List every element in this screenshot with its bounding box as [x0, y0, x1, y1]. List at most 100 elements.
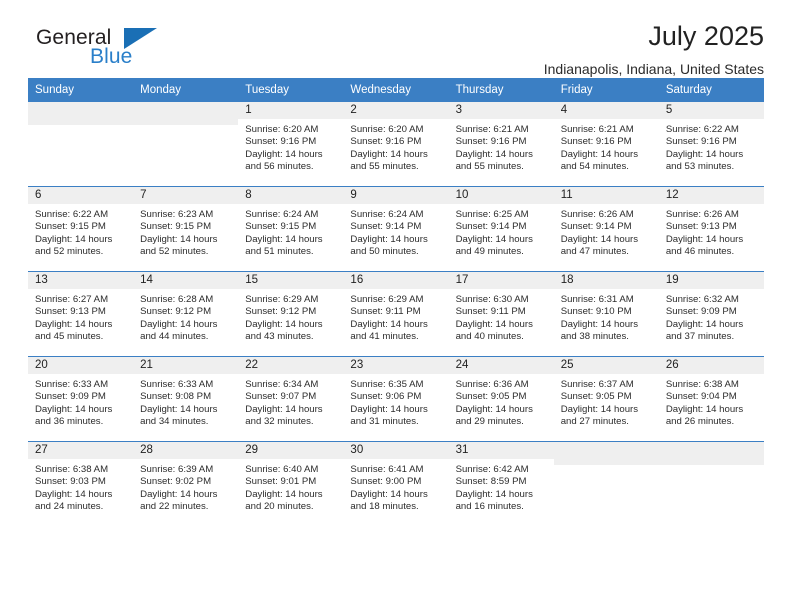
day-number: 2	[343, 102, 449, 119]
day-cell-body: 15 Sunrise: 6:29 AM Sunset: 9:12 PM Dayligh…	[238, 272, 344, 356]
day-number: 27	[28, 442, 134, 459]
calendar-day-cell[interactable]: 20 Sunrise: 6:33 AM Sunset: 9:09 PM Dayligh…	[28, 356, 134, 442]
daylight-line: Daylight: 14 hours and 27 minutes.	[560, 403, 639, 427]
day-details: Sunrise: 6:20 AM Sunset: 9:16 PM Daylight:…	[343, 119, 448, 173]
column-header-tuesday: Tuesday	[238, 78, 344, 102]
sunrise-line: Sunrise: 6:30 AM	[455, 294, 529, 305]
sunset-line: Sunset: 9:12 PM	[245, 306, 317, 318]
calendar-day-cell[interactable]: 11 Sunrise: 6:26 AM Sunset: 9:14 PM Dayligh…	[553, 186, 659, 272]
day-number: 22	[238, 357, 344, 374]
daylight-line: Daylight: 14 hours and 31 minutes.	[350, 403, 428, 427]
sunrise-line: Sunrise: 6:22 AM	[665, 124, 739, 135]
sunrise-line: Sunrise: 6:24 AM	[350, 209, 424, 220]
calendar-day-cell[interactable]: 30 Sunrise: 6:41 AM Sunset: 9:00 PM Dayligh…	[343, 441, 449, 526]
day-number: 6	[28, 187, 134, 204]
day-number-blank	[28, 102, 134, 125]
calendar-day-cell[interactable]: 13 Sunrise: 6:27 AM Sunset: 9:13 PM Dayligh…	[28, 271, 134, 357]
day-cell-body: 5 Sunrise: 6:22 AM Sunset: 9:16 PM Daylight…	[658, 102, 764, 186]
sunrise-line: Sunrise: 6:33 AM	[140, 379, 214, 390]
sunrise-line: Sunrise: 6:26 AM	[665, 209, 739, 220]
sunset-line: Sunset: 9:06 PM	[350, 391, 422, 403]
sunrise-line: Sunrise: 6:23 AM	[140, 209, 214, 220]
daylight-line: Daylight: 14 hours and 49 minutes.	[455, 233, 533, 257]
sunset-line: Sunset: 9:12 PM	[140, 306, 212, 318]
calendar-day-cell[interactable]: 19 Sunrise: 6:32 AM Sunset: 9:09 PM Dayligh…	[658, 271, 764, 357]
sunset-line: Sunset: 9:01 PM	[245, 476, 317, 488]
calendar-day-cell[interactable]: 16 Sunrise: 6:29 AM Sunset: 9:11 PM Dayligh…	[343, 271, 449, 357]
daylight-line: Daylight: 14 hours and 16 minutes.	[455, 488, 533, 512]
day-number: 14	[133, 272, 239, 289]
sunset-line: Sunset: 9:10 PM	[560, 306, 632, 318]
calendar-day-cell[interactable]: 17 Sunrise: 6:30 AM Sunset: 9:11 PM Dayligh…	[448, 271, 554, 357]
calendar-day-cell[interactable]: 3 Sunrise: 6:21 AM Sunset: 9:16 PM Daylight…	[448, 102, 554, 187]
calendar-day-cell[interactable]: 4 Sunrise: 6:21 AM Sunset: 9:16 PM Daylight…	[553, 102, 659, 187]
day-details: Sunrise: 6:24 AM Sunset: 9:15 PM Daylight:…	[238, 204, 343, 258]
calendar-day-cell[interactable]: 2 Sunrise: 6:20 AM Sunset: 9:16 PM Daylight…	[343, 102, 449, 187]
calendar-day-cell[interactable]: 23 Sunrise: 6:35 AM Sunset: 9:06 PM Dayligh…	[343, 356, 449, 442]
day-details: Sunrise: 6:24 AM Sunset: 9:14 PM Daylight:…	[343, 204, 448, 258]
day-number: 8	[238, 187, 344, 204]
day-number: 11	[553, 187, 659, 204]
sunset-line: Sunset: 9:08 PM	[140, 391, 212, 403]
calendar-day-cell[interactable]: 14 Sunrise: 6:28 AM Sunset: 9:12 PM Dayligh…	[133, 271, 239, 357]
calendar-day-cell[interactable]: 1 Sunrise: 6:20 AM Sunset: 9:16 PM Daylight…	[238, 102, 344, 187]
calendar-day-cell[interactable]: 7 Sunrise: 6:23 AM Sunset: 9:15 PM Daylight…	[133, 186, 239, 272]
calendar-day-cell[interactable]: 24 Sunrise: 6:36 AM Sunset: 9:05 PM Dayligh…	[448, 356, 554, 442]
sunrise-line: Sunrise: 6:39 AM	[140, 464, 214, 475]
day-details: Sunrise: 6:26 AM Sunset: 9:13 PM Daylight:…	[659, 204, 764, 258]
calendar-day-cell[interactable]: 22 Sunrise: 6:34 AM Sunset: 9:07 PM Dayligh…	[238, 356, 344, 442]
calendar-week-row: 6 Sunrise: 6:22 AM Sunset: 9:15 PM Daylight…	[28, 186, 764, 272]
daylight-line: Daylight: 14 hours and 43 minutes.	[245, 318, 323, 342]
calendar-day-cell[interactable]: 6 Sunrise: 6:22 AM Sunset: 9:15 PM Daylight…	[28, 186, 134, 272]
day-number: 3	[448, 102, 554, 119]
day-details: Sunrise: 6:42 AM Sunset: 8:59 PM Daylight:…	[449, 459, 554, 513]
sunset-line: Sunset: 9:09 PM	[665, 306, 737, 318]
day-cell-body: 23 Sunrise: 6:35 AM Sunset: 9:06 PM Dayligh…	[343, 357, 449, 441]
sunrise-line: Sunrise: 6:22 AM	[35, 209, 109, 220]
calendar-day-cell[interactable]: 25 Sunrise: 6:37 AM Sunset: 9:05 PM Dayligh…	[553, 356, 659, 442]
sunrise-line: Sunrise: 6:34 AM	[245, 379, 319, 390]
sunrise-line: Sunrise: 6:29 AM	[245, 294, 319, 305]
calendar-day-cell[interactable]: 9 Sunrise: 6:24 AM Sunset: 9:14 PM Daylight…	[343, 186, 449, 272]
day-cell-body	[658, 442, 764, 526]
sunrise-line: Sunrise: 6:36 AM	[455, 379, 529, 390]
daylight-line: Daylight: 14 hours and 34 minutes.	[140, 403, 218, 427]
calendar-day-cell[interactable]: 27 Sunrise: 6:38 AM Sunset: 9:03 PM Dayligh…	[28, 441, 134, 526]
sunrise-line: Sunrise: 6:35 AM	[350, 379, 424, 390]
calendar-day-cell[interactable]: 8 Sunrise: 6:24 AM Sunset: 9:15 PM Daylight…	[238, 186, 344, 272]
day-cell-body: 19 Sunrise: 6:32 AM Sunset: 9:09 PM Dayligh…	[658, 272, 764, 356]
calendar-day-cell[interactable]: 5 Sunrise: 6:22 AM Sunset: 9:16 PM Daylight…	[658, 102, 764, 187]
day-number: 28	[133, 442, 239, 459]
sunset-line: Sunset: 9:00 PM	[350, 476, 422, 488]
calendar-day-cell[interactable]: 31 Sunrise: 6:42 AM Sunset: 8:59 PM Dayligh…	[448, 441, 554, 526]
calendar-day-cell[interactable]: 15 Sunrise: 6:29 AM Sunset: 9:12 PM Dayligh…	[238, 271, 344, 357]
day-number: 19	[658, 272, 764, 289]
calendar-day-cell[interactable]: 12 Sunrise: 6:26 AM Sunset: 9:13 PM Dayligh…	[658, 186, 764, 272]
day-number: 20	[28, 357, 134, 374]
daylight-line: Daylight: 14 hours and 29 minutes.	[455, 403, 533, 427]
day-cell-body: 11 Sunrise: 6:26 AM Sunset: 9:14 PM Dayligh…	[553, 187, 659, 271]
calendar-day-cell[interactable]: 28 Sunrise: 6:39 AM Sunset: 9:02 PM Dayligh…	[133, 441, 239, 526]
day-details: Sunrise: 6:25 AM Sunset: 9:14 PM Daylight:…	[449, 204, 554, 258]
calendar-day-cell[interactable]: 26 Sunrise: 6:38 AM Sunset: 9:04 PM Dayligh…	[658, 356, 764, 442]
general-blue-logo[interactable]: General Blue	[28, 26, 178, 72]
day-cell-body: 22 Sunrise: 6:34 AM Sunset: 9:07 PM Dayligh…	[238, 357, 344, 441]
day-cell-body: 16 Sunrise: 6:29 AM Sunset: 9:11 PM Dayligh…	[343, 272, 449, 356]
column-header-wednesday: Wednesday	[343, 78, 449, 102]
day-cell-body: 27 Sunrise: 6:38 AM Sunset: 9:03 PM Dayligh…	[28, 442, 134, 526]
sunrise-line: Sunrise: 6:40 AM	[245, 464, 319, 475]
day-cell-body: 30 Sunrise: 6:41 AM Sunset: 9:00 PM Dayligh…	[343, 442, 449, 526]
calendar-day-cell[interactable]: 21 Sunrise: 6:33 AM Sunset: 9:08 PM Dayligh…	[133, 356, 239, 442]
day-number: 29	[238, 442, 344, 459]
daylight-line: Daylight: 14 hours and 55 minutes.	[455, 148, 533, 172]
calendar-day-cell[interactable]: 29 Sunrise: 6:40 AM Sunset: 9:01 PM Dayligh…	[238, 441, 344, 526]
calendar-week-row: 13 Sunrise: 6:27 AM Sunset: 9:13 PM Dayligh…	[28, 271, 764, 357]
calendar-day-cell[interactable]: 10 Sunrise: 6:25 AM Sunset: 9:14 PM Dayligh…	[448, 186, 554, 272]
sunset-line: Sunset: 9:16 PM	[560, 136, 632, 148]
daylight-line: Daylight: 14 hours and 50 minutes.	[350, 233, 428, 257]
day-cell-body: 21 Sunrise: 6:33 AM Sunset: 9:08 PM Dayligh…	[133, 357, 239, 441]
sunrise-line: Sunrise: 6:41 AM	[350, 464, 424, 475]
sunrise-line: Sunrise: 6:21 AM	[560, 124, 634, 135]
calendar-day-cell[interactable]: 18 Sunrise: 6:31 AM Sunset: 9:10 PM Dayligh…	[553, 271, 659, 357]
page-subtitle: Indianapolis, Indiana, United States	[543, 61, 764, 78]
